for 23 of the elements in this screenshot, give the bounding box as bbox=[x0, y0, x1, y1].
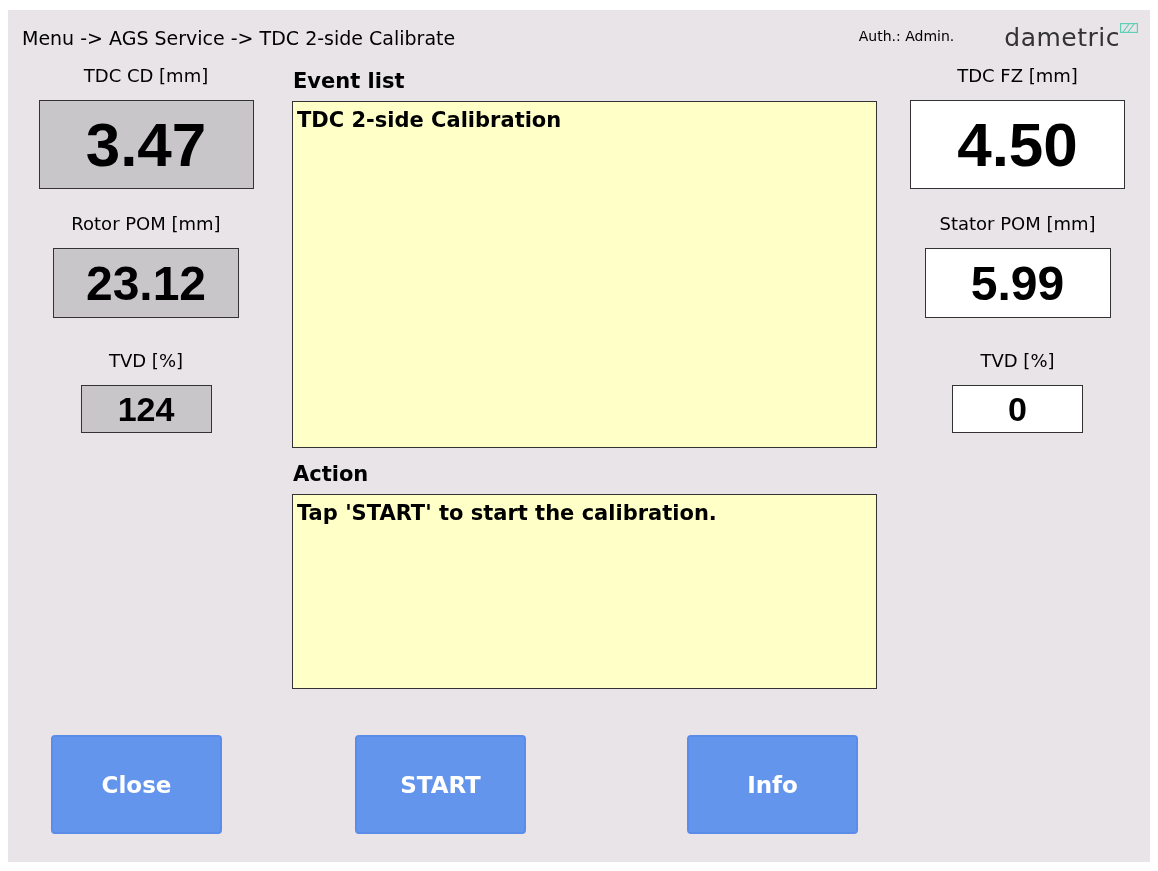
readout-label: TDC FZ [mm] bbox=[957, 65, 1078, 86]
action-button[interactable]: Close bbox=[51, 735, 222, 834]
section-title: Action bbox=[293, 462, 370, 486]
value-display: 124 bbox=[80, 385, 212, 433]
readout-label: Stator POM [mm] bbox=[939, 213, 1096, 234]
readout-label: TVD [%] bbox=[980, 350, 1055, 371]
section-title: Event list bbox=[293, 69, 406, 93]
event-list: TDC 2-side Calibration bbox=[292, 101, 877, 448]
logo-text: dametric bbox=[1004, 23, 1120, 52]
value-display: 4.50 bbox=[910, 100, 1125, 189]
value-display: 23.12 bbox=[53, 248, 239, 318]
action-message: Tap 'START' to start the calibration. bbox=[292, 494, 877, 689]
breadcrumb: Menu -> AGS Service -> TDC 2-side Calibrate bbox=[22, 26, 457, 49]
readout-label: Rotor POM [mm] bbox=[71, 213, 221, 234]
readout-label: TDC CD [mm] bbox=[83, 65, 209, 86]
value-display: 5.99 bbox=[924, 248, 1111, 318]
value-display: 0 bbox=[952, 385, 1083, 433]
action-button[interactable]: START bbox=[355, 735, 526, 834]
action-button[interactable]: Info bbox=[687, 735, 858, 834]
readout-label: TVD [%] bbox=[108, 350, 183, 371]
logo-icon bbox=[1120, 23, 1138, 33]
value-display: 3.47 bbox=[38, 100, 254, 189]
auth-label: Auth.: Admin. bbox=[858, 27, 955, 44]
